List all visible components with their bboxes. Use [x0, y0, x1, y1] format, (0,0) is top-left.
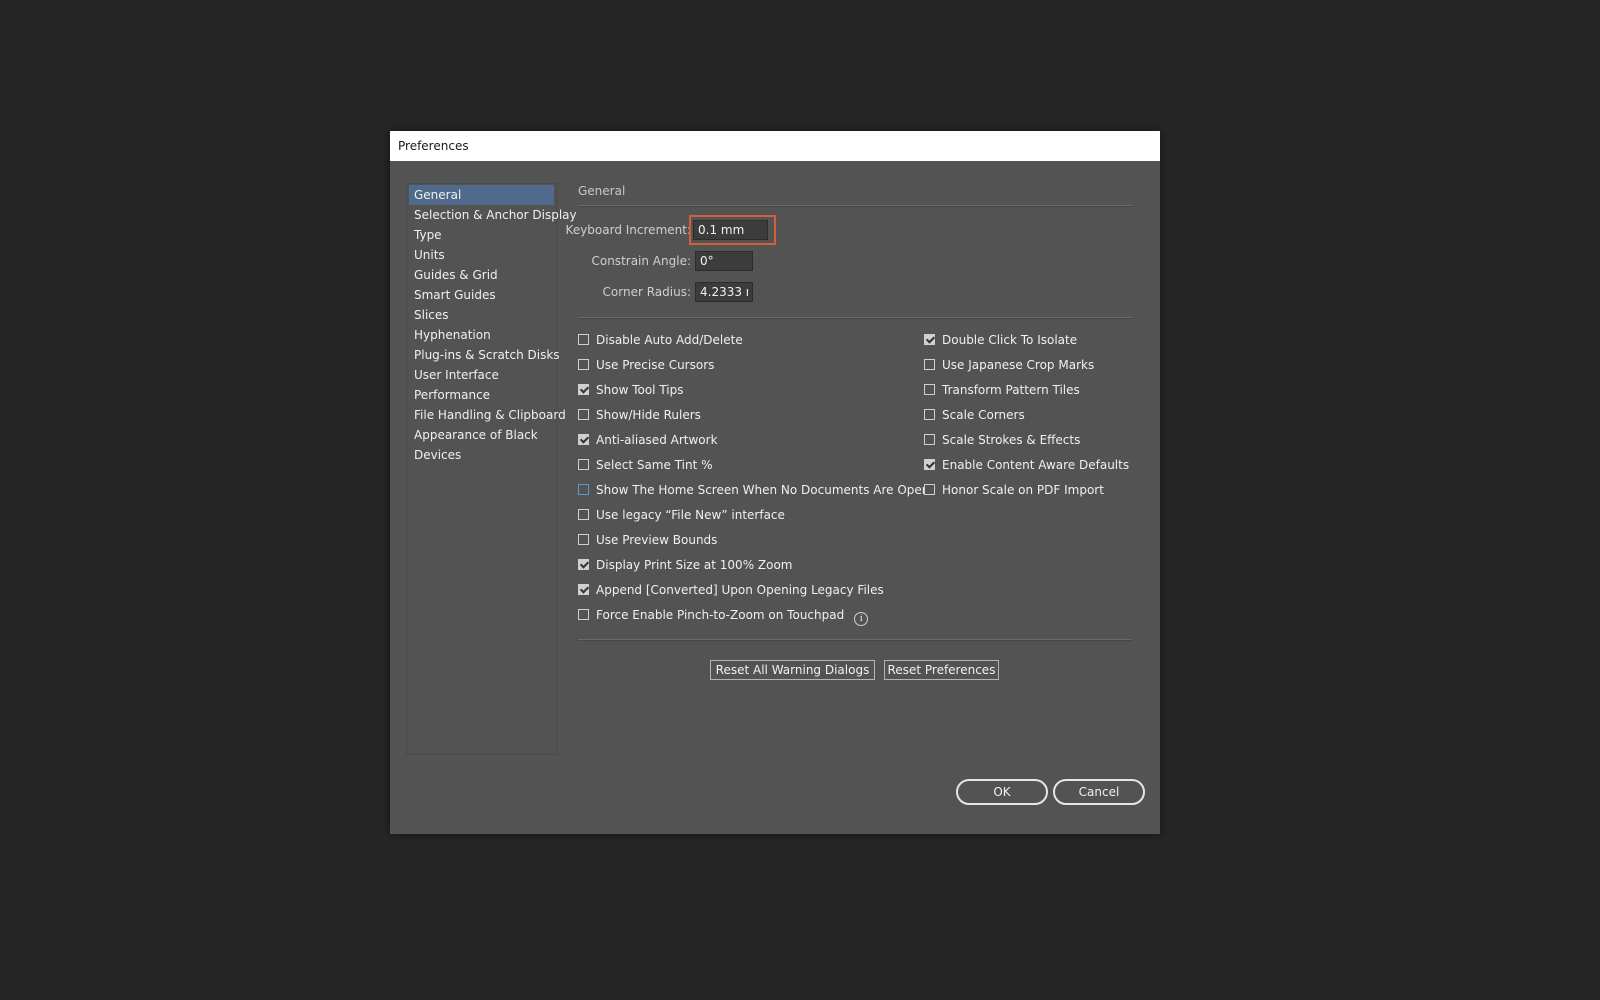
sidebar-item-file-handling-clipboard[interactable]: File Handling & Clipboard [409, 405, 566, 425]
sidebar-item-units[interactable]: Units [409, 245, 554, 265]
checkbox-force-pinch-to-zoom[interactable] [578, 609, 589, 620]
option-label: Honor Scale on PDF Import [942, 483, 1104, 497]
option-label: Append [Converted] Upon Opening Legacy F… [596, 583, 884, 597]
ok-button[interactable]: OK [956, 779, 1048, 805]
checkbox-use-legacy-file-new[interactable] [578, 509, 589, 520]
option-label: Scale Corners [942, 408, 1025, 422]
cancel-button[interactable]: Cancel [1053, 779, 1145, 805]
checkbox-show-home-screen[interactable] [578, 484, 589, 495]
info-icon[interactable]: i [854, 612, 869, 626]
section-divider [578, 205, 1132, 207]
sidebar-item-appearance-of-black[interactable]: Appearance of Black [409, 425, 554, 445]
constrain-angle-input[interactable] [695, 251, 753, 271]
sidebar-item-type[interactable]: Type [409, 225, 554, 245]
checkbox-show-tool-tips[interactable] [578, 384, 589, 395]
section-title: General [578, 184, 626, 198]
option-label: Disable Auto Add/Delete [596, 333, 743, 347]
option-label: Use Preview Bounds [596, 533, 718, 547]
option-label: Use Japanese Crop Marks [942, 358, 1095, 372]
sidebar-item-slices[interactable]: Slices [409, 305, 554, 325]
checkbox-use-japanese-crop-marks[interactable] [924, 359, 935, 370]
checkbox-scale-corners[interactable] [924, 409, 935, 420]
reset-warning-dialogs-button[interactable]: Reset All Warning Dialogs [710, 660, 875, 680]
keyboard-increment-row: Keyboard Increment: [566, 219, 691, 241]
constrain-angle-label: Constrain Angle: [591, 254, 691, 268]
checkbox-select-same-tint[interactable] [578, 459, 589, 470]
checkbox-append-converted[interactable] [578, 584, 589, 595]
sidebar-item-guides-grid[interactable]: Guides & Grid [409, 265, 554, 285]
option-label: Scale Strokes & Effects [942, 433, 1081, 447]
option-label-wrap: Force Enable Pinch-to-Zoom on Touchpad i [596, 606, 869, 626]
option-label: Use legacy “File New” interface [596, 508, 785, 522]
sidebar-item-general[interactable]: General [409, 185, 554, 205]
checkbox-honor-scale-pdf-import[interactable] [924, 484, 935, 495]
corner-radius-input[interactable] [695, 282, 753, 302]
option-label: Anti-aliased Artwork [596, 433, 718, 447]
option-label: Transform Pattern Tiles [942, 383, 1080, 397]
sidebar-item-plugins-scratch-disks[interactable]: Plug-ins & Scratch Disks [409, 345, 560, 365]
checkbox-show-hide-rulers[interactable] [578, 409, 589, 420]
sidebar-item-performance[interactable]: Performance [409, 385, 554, 405]
constrain-angle-row: Constrain Angle: [578, 250, 691, 272]
checkbox-double-click-to-isolate[interactable] [924, 334, 935, 345]
checkbox-use-preview-bounds[interactable] [578, 534, 589, 545]
sidebar-item-smart-guides[interactable]: Smart Guides [409, 285, 554, 305]
option-label: Select Same Tint % [596, 458, 713, 472]
reset-preferences-button[interactable]: Reset Preferences [884, 660, 999, 680]
corner-radius-label: Corner Radius: [602, 285, 691, 299]
option-label: Show Tool Tips [596, 383, 684, 397]
sidebar-item-hyphenation[interactable]: Hyphenation [409, 325, 554, 345]
dialog-title: Preferences [390, 131, 1160, 161]
keyboard-increment-input[interactable] [693, 220, 768, 240]
option-label: Show The Home Screen When No Documents A… [596, 483, 930, 497]
option-label: Use Precise Cursors [596, 358, 715, 372]
corner-radius-row: Corner Radius: [578, 281, 691, 303]
options-divider [578, 639, 1132, 641]
option-label: Display Print Size at 100% Zoom [596, 558, 793, 572]
checkbox-scale-strokes-effects[interactable] [924, 434, 935, 445]
option-label: Double Click To Isolate [942, 333, 1078, 347]
sidebar-item-selection-anchor-display[interactable]: Selection & Anchor Display [409, 205, 577, 225]
checkbox-enable-content-aware-defaults[interactable] [924, 459, 935, 470]
checkbox-anti-aliased-artwork[interactable] [578, 434, 589, 445]
checkbox-transform-pattern-tiles[interactable] [924, 384, 935, 395]
category-list: General Selection & Anchor Display Type … [406, 183, 577, 755]
keyboard-increment-label: Keyboard Increment: [565, 223, 691, 237]
sidebar-item-user-interface[interactable]: User Interface [409, 365, 554, 385]
checkbox-use-precise-cursors[interactable] [578, 359, 589, 370]
sidebar-item-devices[interactable]: Devices [409, 445, 554, 465]
option-label: Force Enable Pinch-to-Zoom on Touchpad [596, 608, 845, 622]
checkbox-disable-auto-add-delete[interactable] [578, 334, 589, 345]
preferences-dialog: Preferences General Selection & Anchor D… [390, 131, 1160, 834]
option-label: Enable Content Aware Defaults [942, 458, 1130, 472]
fields-divider [578, 317, 1132, 319]
checkbox-display-print-size[interactable] [578, 559, 589, 570]
option-label: Show/Hide Rulers [596, 408, 701, 422]
